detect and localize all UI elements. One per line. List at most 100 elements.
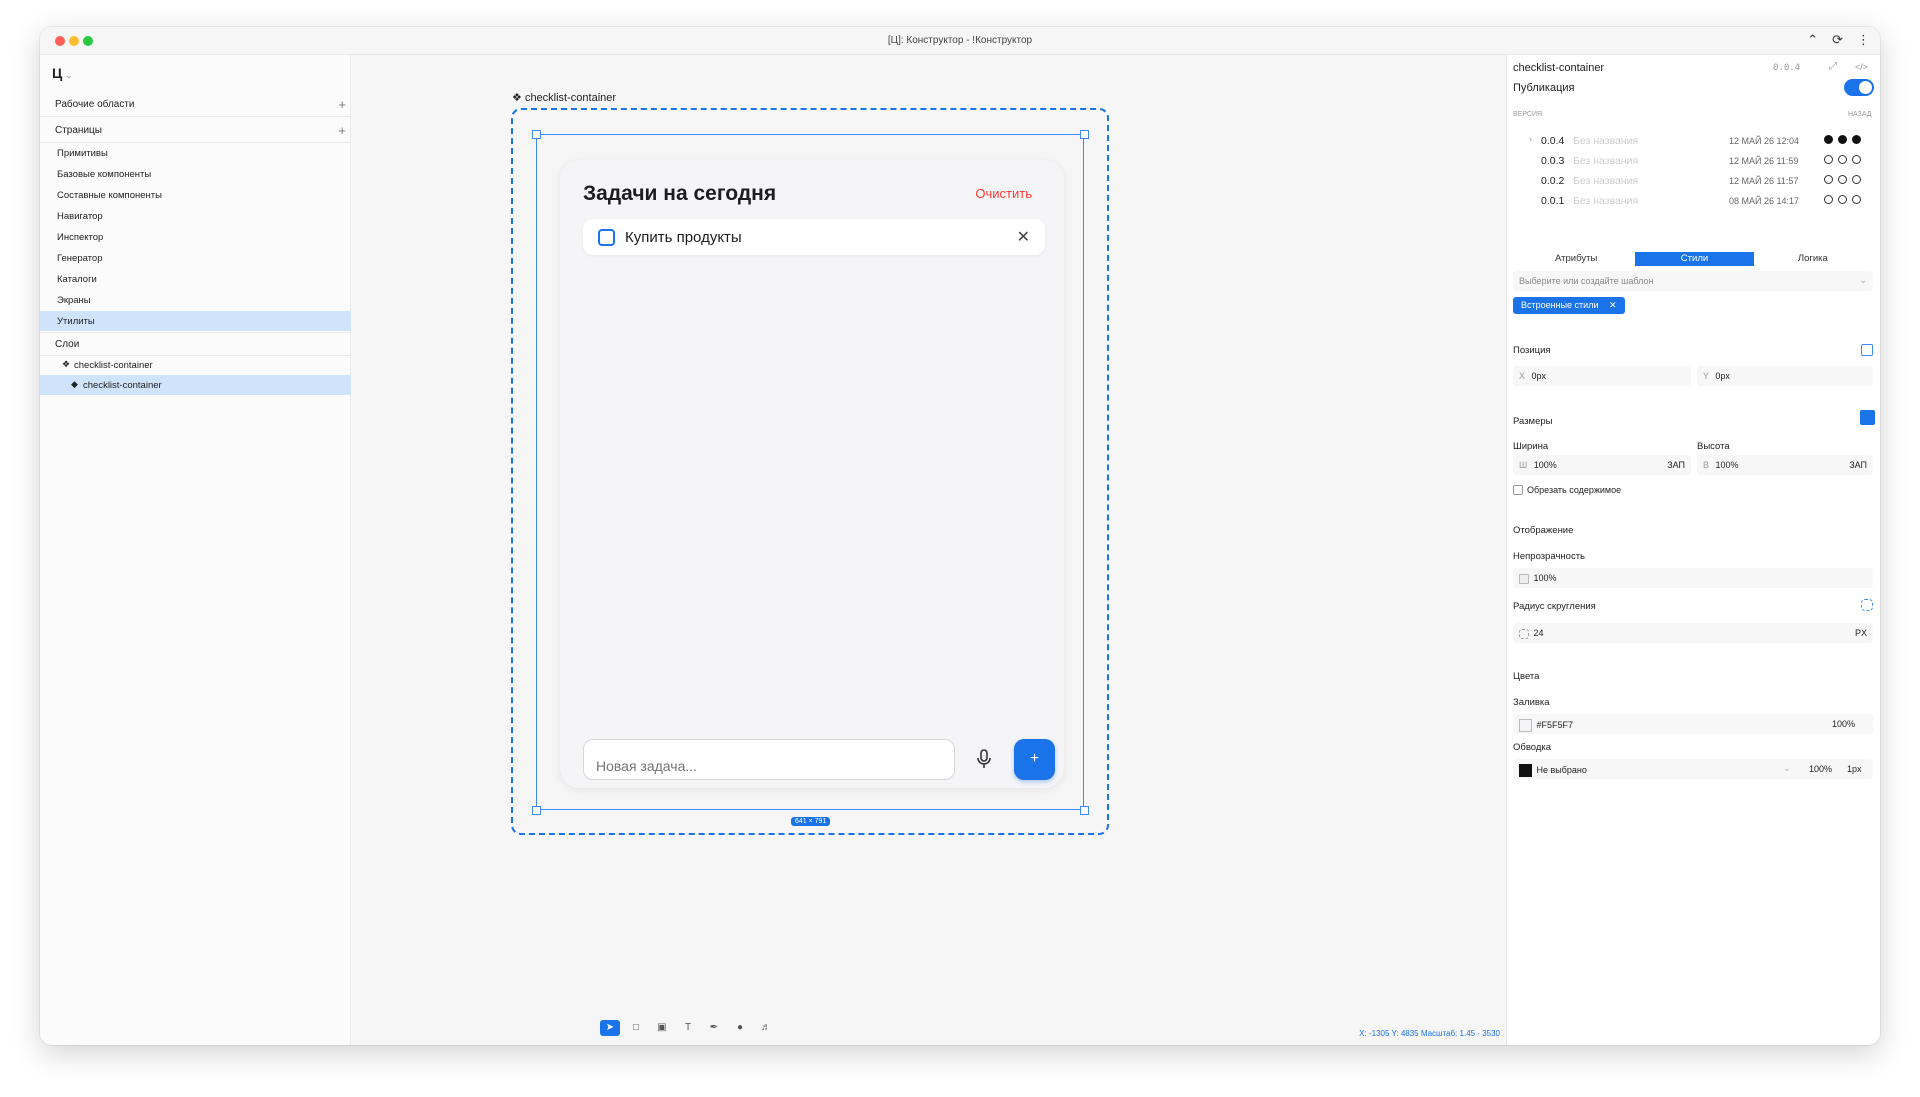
stroke-label: Обводка	[1513, 742, 1552, 753]
microphone-icon[interactable]	[972, 747, 996, 771]
version-row[interactable]: 0.0.2 Без названия 12 МАЙ 26 11:57	[1507, 171, 1880, 191]
left-sidebar: Ц ⌄ Рабочие области + Страницы + Примитив…	[40, 55, 351, 1045]
select-tool-icon[interactable]: ➤	[600, 1020, 620, 1036]
fill-swatch[interactable]	[1519, 719, 1532, 732]
bottom-toolbar: ➤ □ ▣ T ✒ ● ♬	[600, 1020, 776, 1036]
checklist-card: Задачи на сегодня Очистить Купить продук…	[560, 160, 1064, 788]
layer-item[interactable]: ❖ checklist-container	[40, 355, 351, 375]
version-label: ВЕРСИЯ	[1513, 111, 1543, 118]
new-task-input[interactable]	[583, 739, 955, 780]
sidebar-item-utilities[interactable]: Утилиты	[40, 311, 351, 331]
clip-content-row[interactable]: Обрезать содержимое	[1513, 485, 1621, 495]
version-row[interactable]: 0.0.3 Без названия 12 МАЙ 26 11:59	[1507, 151, 1880, 171]
radius-input[interactable]: 24 PX	[1513, 623, 1873, 643]
workspaces-section[interactable]: Рабочие области +	[40, 93, 351, 117]
stroke-input[interactable]: Не выбрано ⌄ 100% 1px	[1513, 759, 1873, 779]
opacity-icon	[1519, 573, 1529, 584]
layers-label: Слои	[55, 339, 80, 350]
clip-checkbox[interactable]	[1513, 485, 1523, 495]
titlebar-actions: ⌃ ⟳ ⋮	[1807, 32, 1870, 48]
y-input[interactable]: Y 0px	[1697, 366, 1873, 386]
sidebar-item-composite-components[interactable]: Составные компоненты	[40, 185, 351, 205]
component-name: checklist-container	[1513, 62, 1605, 74]
radius-unit-select[interactable]: PX	[1855, 628, 1867, 638]
tab-attributes[interactable]: Атрибуты	[1517, 252, 1635, 266]
resize-handle-bottom-left[interactable]	[532, 806, 541, 815]
sidebar-item-catalogs[interactable]: Каталоги	[40, 269, 351, 289]
opacity-input[interactable]: 100%	[1513, 568, 1873, 588]
image-tool-icon[interactable]: ▣	[652, 1020, 672, 1036]
width-unit-select[interactable]: ЗАП	[1667, 460, 1685, 470]
app-logo[interactable]: Ц ⌄	[52, 65, 73, 81]
add-page-icon[interactable]: +	[338, 123, 346, 138]
version-row[interactable]: 0.0.1 Без названия 08 МАЙ 26 14:17	[1507, 191, 1880, 211]
size-mode-icon[interactable]	[1860, 410, 1875, 425]
stroke-swatch[interactable]	[1519, 764, 1532, 777]
audio-tool-icon[interactable]: ♬	[756, 1020, 776, 1036]
text-tool-icon[interactable]: T	[678, 1020, 698, 1036]
workspaces-label: Рабочие области	[55, 99, 135, 110]
tab-styles[interactable]: Стили	[1635, 252, 1754, 266]
layers-section: Слои	[40, 332, 351, 356]
chevron-right-icon: ›	[1529, 134, 1532, 144]
chevron-up-icon[interactable]: ⌃	[1807, 32, 1818, 48]
add-task-button[interactable]: +	[1014, 739, 1055, 780]
height-input[interactable]: В 100% ЗАП	[1697, 455, 1873, 475]
fill-input[interactable]: #F5F5F7 100%	[1513, 714, 1873, 734]
chevron-down-icon: ⌄	[1859, 275, 1867, 285]
add-workspace-icon[interactable]: +	[338, 97, 346, 112]
frame-label[interactable]: ❖ checklist-container	[512, 91, 616, 104]
pen-tool-icon[interactable]: ✒	[704, 1020, 724, 1036]
resize-handle-top-left[interactable]	[532, 130, 541, 139]
back-link[interactable]: НАЗАД	[1848, 111, 1872, 118]
x-input[interactable]: X 0px	[1513, 366, 1691, 386]
sidebar-item-primitives[interactable]: Примитивы	[40, 143, 351, 163]
window-title: [Ц]: Конструктор - !Конструктор	[887, 35, 1033, 46]
sidebar-item-generator[interactable]: Генератор	[40, 248, 351, 268]
focus-icon[interactable]	[1861, 344, 1873, 356]
chevron-down-icon: ⌄	[65, 70, 73, 80]
layer-item-selected[interactable]: ◆ checklist-container	[40, 375, 351, 395]
version-row[interactable]: › 0.0.4 Без названия 12 МАЙ 26 12:04	[1507, 131, 1880, 151]
chevron-down-icon: ⌄	[1783, 763, 1791, 773]
sync-icon[interactable]: ⟳	[1832, 32, 1843, 48]
inline-styles-chip[interactable]: Встроенные стили ✕	[1513, 297, 1625, 314]
task-item: Купить продукты ✕	[583, 219, 1045, 255]
delete-task-icon[interactable]: ✕	[1017, 227, 1030, 247]
template-select[interactable]: Выберите или создайте шаблон ⌄	[1513, 271, 1873, 291]
inspector-panel: checklist-container 0.0.4 ⤢ </> Публикац…	[1506, 55, 1880, 1045]
pages-section[interactable]: Страницы +	[40, 119, 351, 143]
resize-handle-bottom-right[interactable]	[1080, 806, 1089, 815]
sidebar-item-inspector[interactable]: Инспектор	[40, 227, 351, 247]
width-label: Ширина	[1513, 441, 1549, 452]
more-icon[interactable]: ⋮	[1857, 32, 1870, 48]
remove-chip-icon[interactable]: ✕	[1609, 300, 1617, 310]
sidebar-item-screens[interactable]: Экраны	[40, 290, 351, 310]
titlebar: [Ц]: Конструктор - !Конструктор ⌃ ⟳ ⋮	[40, 27, 1880, 55]
width-input[interactable]: Ш 100% ЗАП	[1513, 455, 1691, 475]
position-label: Позиция	[1513, 345, 1551, 356]
component-version: 0.0.4	[1773, 63, 1801, 73]
publish-label: Публикация	[1513, 82, 1575, 94]
instance-icon: ◆	[71, 379, 78, 389]
component-icon: ❖	[512, 92, 522, 104]
expand-icon[interactable]: ⤢	[1829, 61, 1837, 72]
coords-readout: X: -1305 Y: 4835 Масштаб: 1.45 · 3530	[1359, 1029, 1500, 1038]
corner-radius-icon[interactable]	[1861, 599, 1873, 611]
publish-toggle[interactable]	[1844, 79, 1874, 96]
fill-label: Заливка	[1513, 697, 1550, 708]
tab-logic[interactable]: Логика	[1754, 252, 1872, 266]
design-canvas[interactable]: ❖ checklist-container Задачи на сегодня …	[351, 55, 1506, 1045]
clear-button[interactable]: Очистить	[975, 186, 1032, 201]
microphone-tool-icon[interactable]: ●	[730, 1020, 750, 1036]
task-checkbox[interactable]	[598, 229, 615, 246]
sidebar-item-navigator[interactable]: Навигатор	[40, 206, 351, 226]
component-icon: ❖	[62, 359, 71, 369]
height-unit-select[interactable]: ЗАП	[1849, 460, 1867, 470]
inspector-tabs: Атрибуты Стили Логика	[1517, 252, 1872, 266]
resize-handle-top-right[interactable]	[1080, 130, 1089, 139]
sidebar-item-base-components[interactable]: Базовые компоненты	[40, 164, 351, 184]
display-label: Отображение	[1513, 525, 1574, 536]
rectangle-tool-icon[interactable]: □	[626, 1020, 646, 1036]
code-icon[interactable]: </>	[1855, 62, 1868, 72]
